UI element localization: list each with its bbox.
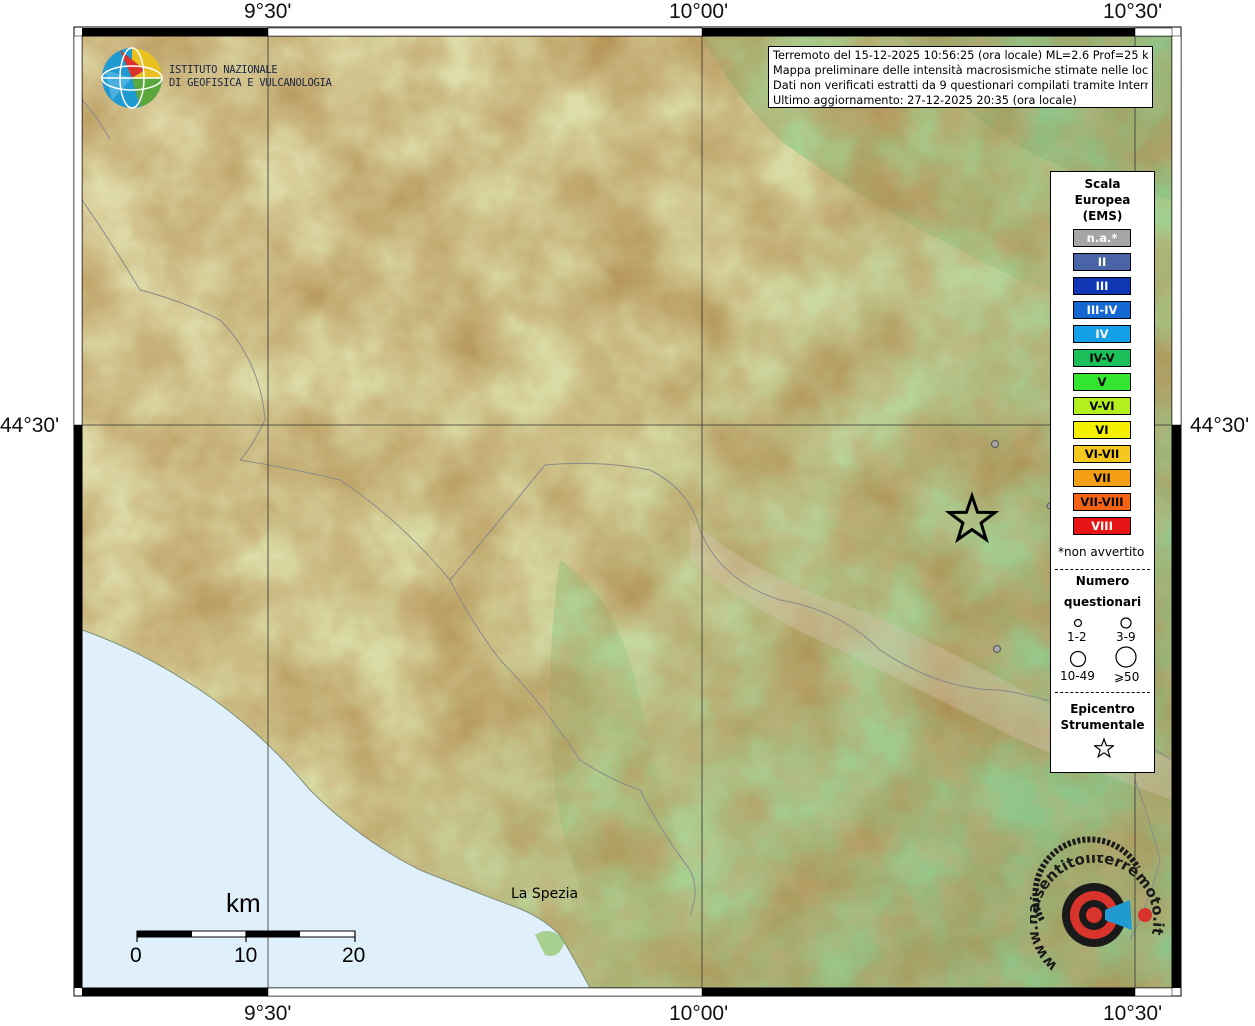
lat-label-left: 44°30' [0, 414, 60, 437]
intensity-point-na[interactable] [993, 645, 1001, 653]
event-info-box: Terremoto del 15-12-2025 10:56:25 (ora l… [768, 46, 1153, 108]
lon-label-bottom-2: 10°00' [669, 1002, 729, 1025]
epicenter-legend-star-icon [1094, 738, 1114, 758]
event-info-line: Ultimo aggiornamento: 27-12-2025 20:35 (… [773, 94, 1077, 107]
ingv-logo-text: ISTITUTO NAZIONALE DI GEOFISICA E VULCAN… [169, 64, 332, 89]
scale-label-20: 20 [342, 944, 366, 967]
legend-swatch: VI [1073, 421, 1131, 439]
legend-title: Europea [1074, 193, 1131, 207]
legend-title: Scala [1084, 177, 1121, 191]
ems-legend: Scala Europea (EMS) n.a.* II III III-IV IV IV… [1050, 171, 1155, 773]
legend-swatch: III [1073, 277, 1131, 295]
lon-label-top-2: 10°00' [669, 0, 729, 23]
count-label: 1-2 [1067, 630, 1087, 644]
epicenter-title: Epicentro [1070, 702, 1135, 716]
legend-swatch: IV [1073, 325, 1131, 343]
count-label: ⩾50 [1114, 670, 1140, 684]
watermark-text: www.haisentitoilterremoto.it [1030, 855, 1167, 975]
legend-swatch: IV-V [1073, 349, 1131, 367]
count-title: Numero [1075, 574, 1130, 588]
legend-note: *non avvertito [1058, 545, 1145, 559]
legend-swatch: V [1073, 373, 1131, 391]
event-info-line: Mappa preliminare delle intensità macros… [773, 64, 1148, 77]
legend-swatch: VI-VII [1073, 445, 1131, 463]
event-info-line: Dati non verificati estratti da 9 questi… [773, 79, 1148, 92]
legend-title: (EMS) [1082, 209, 1123, 223]
legend-swatch: VII [1073, 469, 1131, 487]
event-info-line: Terremoto del 15-12-2025 10:56:25 (ora l… [773, 49, 1148, 62]
lon-label-top-3: 10°30' [1103, 0, 1163, 23]
scale-label-0: 0 [130, 944, 142, 967]
count-title: questionari [1063, 595, 1142, 609]
scale-label-10: 10 [234, 944, 258, 967]
legend-swatch: V-VI [1073, 397, 1131, 415]
legend-swatch: VIII [1073, 517, 1131, 535]
intensity-point-na[interactable] [991, 440, 999, 448]
terrain-layer [82, 36, 1172, 988]
legend-swatch: n.a.* [1073, 229, 1131, 247]
count-label: 3-9 [1116, 630, 1136, 644]
scale-unit: km [226, 888, 261, 918]
legend-swatch: II [1073, 253, 1131, 271]
lon-label-bottom-3: 10°30' [1103, 1002, 1163, 1025]
lon-label-bottom-1: 9°30' [244, 1002, 292, 1025]
svg-text:www.haisentitoilterremoto.it: www.haisentitoilterremoto.it [1030, 855, 1167, 975]
epicenter-title: Strumentale [1060, 718, 1145, 732]
lon-label-top-1: 9°30' [244, 0, 292, 23]
legend-swatch: III-IV [1073, 301, 1131, 319]
lat-label-right: 44°30' [1190, 414, 1250, 437]
count-label: 10-49 [1060, 669, 1095, 683]
legend-swatch: VII-VIII [1073, 493, 1131, 511]
city-label: La Spezia [511, 886, 579, 902]
ingv-globe-icon [101, 47, 163, 109]
